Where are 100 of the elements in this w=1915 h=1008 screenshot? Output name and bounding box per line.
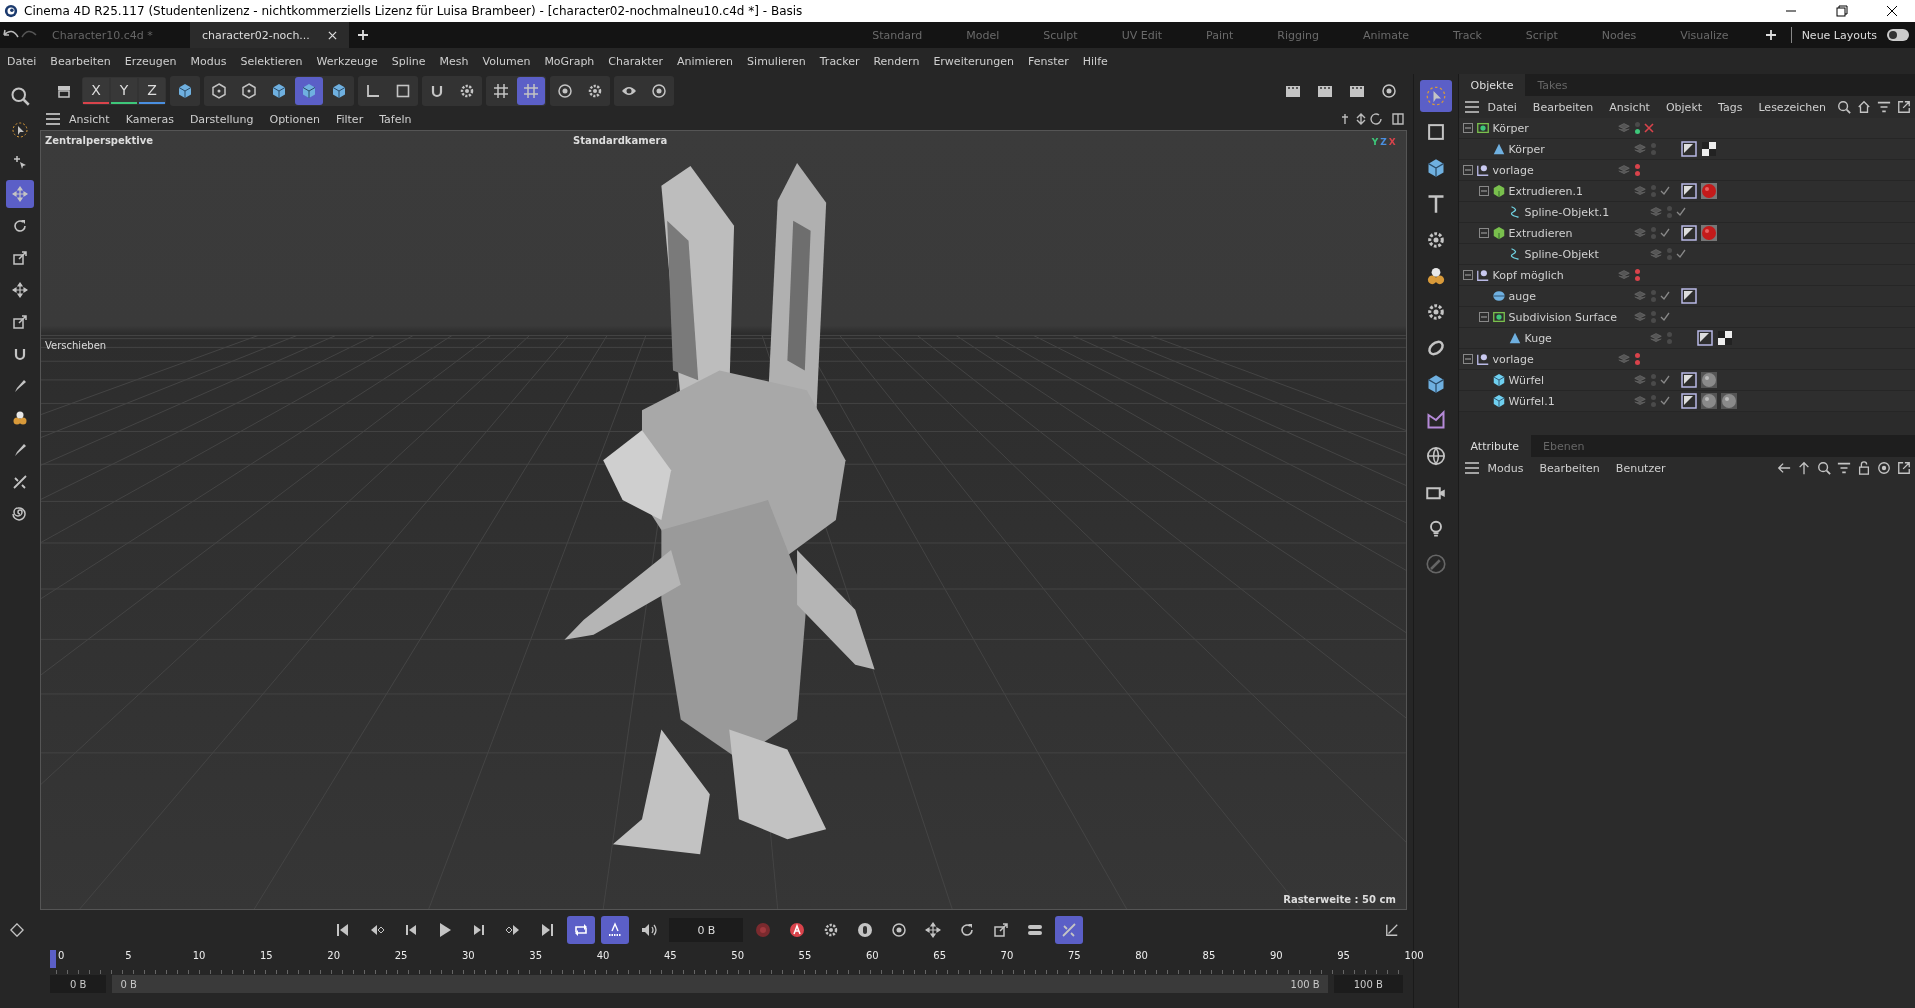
- view-menu-item[interactable]: Tafeln: [372, 112, 419, 126]
- toggle-switch[interactable]: [1887, 29, 1909, 41]
- phong-tag-icon[interactable]: [1680, 372, 1697, 388]
- filter-icon[interactable]: [1877, 100, 1891, 114]
- panel-menu-item[interactable]: Lesezeichen: [1751, 100, 1833, 114]
- object-name[interactable]: Subdivision Surface: [1508, 310, 1617, 324]
- object-name[interactable]: auge: [1508, 289, 1536, 303]
- view-menu-item[interactable]: Kameras: [118, 112, 181, 126]
- render-visibility-dot[interactable]: [1650, 402, 1656, 407]
- keyframe-diamond-icon[interactable]: [10, 923, 24, 937]
- collapse-toggle-icon[interactable]: [1478, 312, 1489, 322]
- panel-menu-item[interactable]: Datei: [1480, 100, 1524, 114]
- layout-tab[interactable]: Sculpt: [1021, 28, 1100, 42]
- panel-menu-item[interactable]: Ansicht: [1602, 100, 1657, 114]
- menu-item[interactable]: Charakter: [601, 54, 670, 68]
- editor-visibility-dot[interactable]: [1650, 374, 1656, 379]
- search-icon[interactable]: [1837, 100, 1851, 114]
- layout-tab[interactable]: Script: [1503, 28, 1580, 42]
- editor-visibility-dot[interactable]: [1650, 290, 1656, 295]
- material-ball-icon[interactable]: [1700, 183, 1717, 199]
- render-visibility-dot[interactable]: [1666, 213, 1672, 218]
- material-ball-icon[interactable]: [1700, 225, 1717, 241]
- object-name[interactable]: vorlage: [1492, 352, 1534, 366]
- object-name[interactable]: Würfel.1: [1508, 394, 1555, 408]
- view-navigation-icon[interactable]: [1340, 112, 1405, 126]
- render-visibility-dot[interactable]: [1634, 171, 1640, 176]
- menu-item[interactable]: Erweiterungen: [926, 54, 1021, 68]
- menu-item[interactable]: Datei: [0, 54, 44, 68]
- graph-icon[interactable]: [1384, 923, 1399, 937]
- axis-lock-button[interactable]: Y: [111, 78, 137, 104]
- collapse-toggle-icon[interactable]: [1462, 270, 1473, 280]
- add-tab-icon[interactable]: [356, 29, 369, 41]
- panel-menu-item[interactable]: Bearbeiten: [1532, 461, 1607, 475]
- phong-tag-icon[interactable]: [1680, 393, 1697, 409]
- layout-tab[interactable]: UV Edit: [1099, 28, 1185, 42]
- target-icon[interactable]: [1877, 461, 1891, 475]
- document-tab[interactable]: character02-noch...: [190, 22, 349, 48]
- object-name[interactable]: Spline-Objekt.1: [1524, 205, 1610, 219]
- start-frame-field[interactable]: 0 B: [50, 975, 107, 993]
- menu-item[interactable]: Modus: [183, 54, 234, 68]
- cursor-icon[interactable]: [1419, 80, 1452, 112]
- menu-item[interactable]: Hilfe: [1075, 54, 1115, 68]
- editor-visibility-dot[interactable]: [1650, 395, 1656, 400]
- render-visibility-dot[interactable]: [1634, 276, 1640, 281]
- editor-visibility-dot[interactable]: [1634, 164, 1640, 169]
- end-frame-field[interactable]: 100 B: [1333, 975, 1403, 993]
- panel-menu-item[interactable]: Bearbeiten: [1525, 100, 1601, 114]
- menu-item[interactable]: Fenster: [1020, 54, 1076, 68]
- axis-lock-button[interactable]: X: [83, 78, 109, 104]
- lock-icon[interactable]: [1857, 461, 1871, 475]
- render-visibility-dot[interactable]: [1650, 192, 1656, 197]
- object-name[interactable]: vorlage: [1492, 163, 1534, 177]
- editor-visibility-dot[interactable]: [1666, 248, 1672, 253]
- grid-icon[interactable]: [517, 77, 545, 105]
- object-name[interactable]: Kopf möglich: [1492, 268, 1564, 282]
- cube-icon[interactable]: [295, 77, 323, 105]
- editor-visibility-dot[interactable]: [1650, 311, 1656, 316]
- view-menu-item[interactable]: Ansicht: [62, 112, 117, 126]
- object-name[interactable]: Kuge: [1524, 331, 1552, 345]
- object-name[interactable]: Spline-Objekt: [1524, 247, 1599, 261]
- material-ball-icon[interactable]: [1720, 393, 1737, 409]
- object-name[interactable]: Extrudieren: [1508, 226, 1573, 240]
- check-icon[interactable]: [1674, 248, 1687, 260]
- menu-item[interactable]: Tracker: [812, 54, 867, 68]
- search-icon[interactable]: [1817, 461, 1831, 475]
- view-menu-item[interactable]: Filter: [328, 112, 371, 126]
- menu-item[interactable]: Bearbeiten: [43, 54, 118, 68]
- render-visibility-dot[interactable]: [1650, 318, 1656, 323]
- editor-visibility-dot[interactable]: [1650, 227, 1656, 232]
- check-icon[interactable]: [1658, 395, 1671, 407]
- menu-item[interactable]: Simulieren: [740, 54, 813, 68]
- checker-tag-icon[interactable]: [1716, 330, 1733, 346]
- layout-tab[interactable]: Model: [944, 28, 1022, 42]
- bars-icon[interactable]: [601, 916, 630, 944]
- view-menu-item[interactable]: Darstellung: [182, 112, 261, 126]
- render-visibility-dot[interactable]: [1634, 360, 1640, 365]
- check-icon[interactable]: [1674, 206, 1687, 218]
- render-visibility-dot[interactable]: [1650, 381, 1656, 386]
- collapse-toggle-icon[interactable]: [1462, 354, 1473, 364]
- collapse-toggle-icon[interactable]: [1478, 228, 1489, 238]
- up-arrow-icon[interactable]: [1797, 461, 1811, 475]
- phong-tag-icon[interactable]: [1680, 183, 1697, 199]
- menu-item[interactable]: Selektieren: [233, 54, 310, 68]
- render-visibility-dot[interactable]: [1666, 255, 1672, 260]
- menu-item[interactable]: Werkzeuge: [309, 54, 385, 68]
- phong-tag-icon[interactable]: [1696, 330, 1713, 346]
- rabbit-model-drawing[interactable]: [564, 162, 875, 855]
- material-ball-icon[interactable]: [1700, 372, 1717, 388]
- external-window-icon[interactable]: [1897, 461, 1911, 475]
- editor-visibility-dot[interactable]: [1634, 269, 1640, 274]
- playhead-marker[interactable]: [50, 950, 56, 968]
- render-visibility-dot[interactable]: [1650, 234, 1656, 239]
- phong-tag-icon[interactable]: [1680, 288, 1697, 304]
- menu-item[interactable]: Rendern: [866, 54, 927, 68]
- camera-label[interactable]: Standardkamera: [573, 135, 668, 146]
- range-slider[interactable]: 0 B 100 B: [112, 975, 1328, 993]
- menu-item[interactable]: Erzeugen: [117, 54, 184, 68]
- panel-tab[interactable]: Attribute: [1458, 435, 1532, 457]
- panel-tab[interactable]: Objekte: [1458, 74, 1526, 96]
- knife-icon[interactable]: [1055, 916, 1084, 944]
